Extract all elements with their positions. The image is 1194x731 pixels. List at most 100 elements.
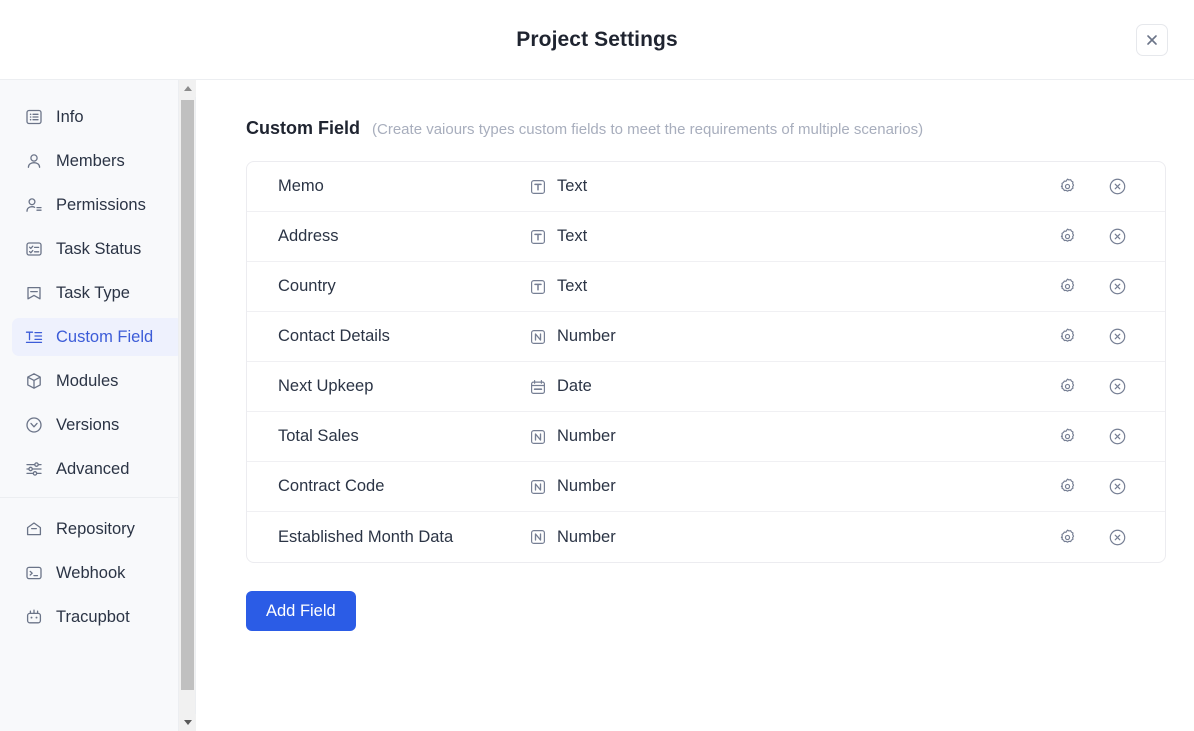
text-type-icon: [529, 178, 547, 196]
row-actions: [1029, 325, 1165, 349]
gear-icon[interactable]: [1055, 475, 1079, 499]
field-type: Number: [529, 327, 1029, 346]
row-actions: [1029, 225, 1165, 249]
close-icon: [1145, 33, 1159, 47]
user-icon: [24, 151, 44, 171]
repository-icon: [24, 519, 44, 539]
terminal-icon: [24, 563, 44, 583]
list-info-icon: [24, 107, 44, 127]
user-permissions-icon: [24, 195, 44, 215]
close-circle-icon[interactable]: [1105, 525, 1129, 549]
sidebar-item-task-type[interactable]: Task Type: [12, 274, 183, 312]
gear-icon[interactable]: [1055, 275, 1079, 299]
sidebar-item-label: Tracupbot: [56, 608, 130, 627]
field-name: Memo: [247, 177, 529, 196]
section-subtitle: (Create vaiours types custom fields to m…: [372, 121, 923, 138]
row-actions: [1029, 525, 1165, 549]
cube-icon: [24, 371, 44, 391]
table-row[interactable]: Contract Code Number: [247, 462, 1165, 512]
sidebar-item-repository[interactable]: Repository: [12, 510, 183, 548]
section-title: Custom Field: [246, 118, 360, 139]
sidebar-item-advanced[interactable]: Advanced: [12, 450, 183, 488]
table-row[interactable]: Established Month Data Number: [247, 512, 1165, 562]
close-circle-icon[interactable]: [1105, 175, 1129, 199]
triangle-down-icon: [184, 720, 192, 725]
row-actions: [1029, 375, 1165, 399]
scrollbar-thumb[interactable]: [181, 100, 194, 690]
sidebar-item-label: Modules: [56, 372, 118, 391]
table-row[interactable]: Address Text: [247, 212, 1165, 262]
row-actions: [1029, 175, 1165, 199]
close-circle-icon[interactable]: [1105, 275, 1129, 299]
sidebar-item-tracupbot[interactable]: Tracupbot: [12, 598, 183, 636]
sliders-icon: [24, 459, 44, 479]
custom-field-table: Memo Text Address Text: [246, 161, 1166, 563]
sidebar-item-label: Members: [56, 152, 125, 171]
row-actions: [1029, 475, 1165, 499]
chevron-down-circle-icon: [24, 415, 44, 435]
field-type-label: Text: [557, 177, 587, 196]
table-row[interactable]: Country Text: [247, 262, 1165, 312]
sidebar-item-info[interactable]: Info: [12, 98, 183, 136]
sidebar-item-custom-field[interactable]: Custom Field: [12, 318, 183, 356]
sidebar-item-permissions[interactable]: Permissions: [12, 186, 183, 224]
sidebar-item-label: Info: [56, 108, 84, 127]
text-lines-icon: [24, 327, 44, 347]
gear-icon[interactable]: [1055, 175, 1079, 199]
field-type-label: Number: [557, 528, 616, 547]
close-circle-icon[interactable]: [1105, 325, 1129, 349]
field-type: Number: [529, 427, 1029, 446]
sidebar-item-versions[interactable]: Versions: [12, 406, 183, 444]
gear-icon[interactable]: [1055, 375, 1079, 399]
sidebar-item-label: Task Type: [56, 284, 130, 303]
close-circle-icon[interactable]: [1105, 375, 1129, 399]
field-name: Next Upkeep: [247, 377, 529, 396]
field-type: Number: [529, 477, 1029, 496]
field-type: Text: [529, 277, 1029, 296]
text-type-icon: [529, 278, 547, 296]
sidebar-item-label: Permissions: [56, 196, 146, 215]
add-field-button[interactable]: Add Field: [246, 591, 356, 631]
text-type-icon: [529, 228, 547, 246]
field-name: Total Sales: [247, 427, 529, 446]
field-name: Contact Details: [247, 327, 529, 346]
table-row[interactable]: Contact Details Number: [247, 312, 1165, 362]
sidebar-item-task-status[interactable]: Task Status: [12, 230, 183, 268]
scrollbar-up-button[interactable]: [179, 80, 196, 97]
gear-icon[interactable]: [1055, 425, 1079, 449]
number-type-icon: [529, 428, 547, 446]
sidebar-item-modules[interactable]: Modules: [12, 362, 183, 400]
scrollbar-down-button[interactable]: [179, 714, 196, 731]
gear-icon[interactable]: [1055, 325, 1079, 349]
number-type-icon: [529, 528, 547, 546]
table-row[interactable]: Next Upkeep Date: [247, 362, 1165, 412]
sidebar-item-label: Advanced: [56, 460, 129, 479]
field-type-label: Number: [557, 427, 616, 446]
dialog-body: Info Members: [0, 80, 1194, 731]
table-row[interactable]: Total Sales Number: [247, 412, 1165, 462]
settings-content: Custom Field (Create vaiours types custo…: [196, 80, 1194, 731]
sidebar-item-members[interactable]: Members: [12, 142, 183, 180]
sidebar-item-label: Webhook: [56, 564, 125, 583]
number-type-icon: [529, 328, 547, 346]
dialog-header: Project Settings: [0, 0, 1194, 80]
close-circle-icon[interactable]: [1105, 225, 1129, 249]
close-circle-icon[interactable]: [1105, 475, 1129, 499]
gear-icon[interactable]: [1055, 525, 1079, 549]
sidebar-item-label: Custom Field: [56, 328, 153, 347]
gear-icon[interactable]: [1055, 225, 1079, 249]
sidebar-item-label: Task Status: [56, 240, 141, 259]
row-actions: [1029, 275, 1165, 299]
robot-icon: [24, 607, 44, 627]
close-button[interactable]: [1136, 24, 1168, 56]
sidebar-scrollbar[interactable]: [178, 80, 195, 731]
field-type-label: Text: [557, 227, 587, 246]
table-row[interactable]: Memo Text: [247, 162, 1165, 212]
field-type: Text: [529, 177, 1029, 196]
sidebar-item-webhook[interactable]: Webhook: [12, 554, 183, 592]
number-type-icon: [529, 478, 547, 496]
close-circle-icon[interactable]: [1105, 425, 1129, 449]
field-type-label: Text: [557, 277, 587, 296]
page-title: Project Settings: [0, 0, 1194, 80]
field-name: Established Month Data: [247, 528, 529, 547]
